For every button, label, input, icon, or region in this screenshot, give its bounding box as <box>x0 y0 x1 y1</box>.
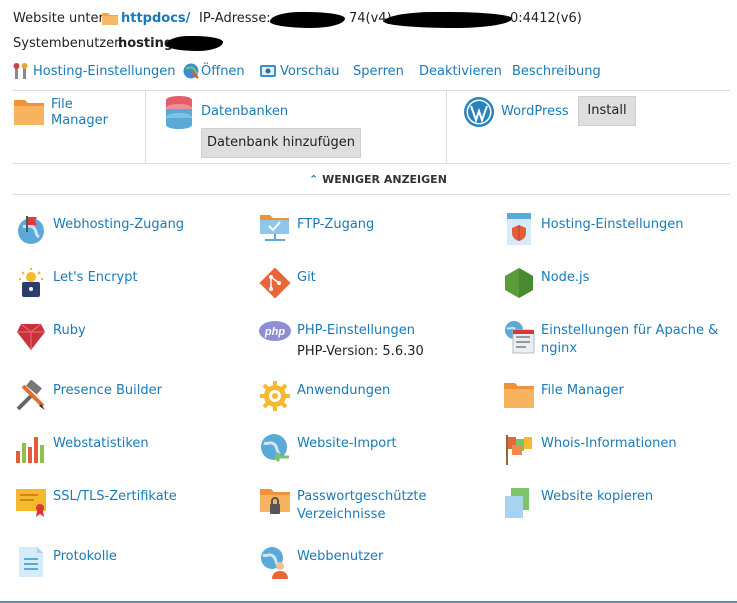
php-version: PHP-Version: 5.6.30 <box>297 344 424 359</box>
ip-label: IP-Adresse: <box>199 11 271 26</box>
feature-git[interactable]: Git <box>297 269 316 287</box>
ruby-icon <box>15 320 47 352</box>
toolbar-description[interactable]: Beschreibung <box>512 64 601 79</box>
presence-builder-icon <box>15 379 47 412</box>
feature-web-statistics[interactable]: Webstatistiken <box>53 435 149 453</box>
whois-icon <box>503 433 535 465</box>
toolbar-deactivate[interactable]: Deaktivieren <box>419 64 502 79</box>
quick-databases[interactable]: Datenbanken <box>201 104 288 119</box>
apache-nginx-settings-icon <box>503 320 535 354</box>
httpdocs-link[interactable]: httpdocs/ <box>121 11 190 26</box>
php-icon-text: php <box>264 326 285 338</box>
divider <box>446 91 447 163</box>
feature-copy-website[interactable]: Website kopieren <box>541 488 653 506</box>
feature-applications[interactable]: Anwendungen <box>297 382 390 400</box>
wordpress-icon <box>463 96 495 128</box>
feature-presence-builder[interactable]: Presence Builder <box>53 382 162 400</box>
feature-website-import[interactable]: Website-Import <box>297 435 397 453</box>
applications-icon <box>259 380 291 412</box>
website-import-icon <box>259 433 291 465</box>
hosting-settings-icon <box>503 212 535 245</box>
preview-icon <box>259 63 277 83</box>
feature-ruby[interactable]: Ruby <box>53 322 86 340</box>
divider <box>13 163 730 164</box>
web-users-icon <box>259 546 291 579</box>
php-icon: php <box>259 320 291 352</box>
divider <box>13 194 730 195</box>
ssl-certificate-icon <box>15 486 47 518</box>
git-icon <box>259 267 291 299</box>
feature-password-protected-dirs[interactable]: Passwortgeschützte Verzeichnisse <box>297 488 426 524</box>
toolbar-lock[interactable]: Sperren <box>353 64 404 79</box>
feature-nodejs[interactable]: Node.js <box>541 269 589 287</box>
feature-lets-encrypt[interactable]: Let's Encrypt <box>53 269 138 287</box>
file-manager-folder-icon <box>503 380 535 412</box>
feature-logs[interactable]: Protokolle <box>53 548 117 566</box>
copy-website-icon <box>503 486 535 518</box>
wrench-icon <box>12 62 30 84</box>
quick-file-manager[interactable]: File Manager <box>51 97 108 129</box>
quick-wordpress[interactable]: WordPress <box>501 104 569 119</box>
web-statistics-icon <box>15 433 47 465</box>
sysuser-value: hosting <box>118 36 174 51</box>
divider <box>145 91 146 163</box>
lets-encrypt-icon <box>15 267 47 299</box>
password-protected-dirs-icon <box>259 486 291 518</box>
toolbar-open[interactable]: Öffnen <box>201 64 245 79</box>
globe-open-icon <box>182 62 200 84</box>
feature-whois[interactable]: Whois-Informationen <box>541 435 677 453</box>
add-database-button[interactable]: Datenbank hinzufügen <box>201 128 361 158</box>
sysuser-redaction <box>166 36 223 51</box>
database-icon <box>164 95 196 129</box>
feature-web-users[interactable]: Webbenutzer <box>297 548 383 566</box>
sysuser-label: Systembenutzer: <box>13 36 124 51</box>
webhosting-access-icon <box>15 214 47 246</box>
ftp-access-icon <box>259 212 291 244</box>
toolbar-hosting-settings[interactable]: Hosting-Einstellungen <box>33 64 176 79</box>
show-less-toggle[interactable]: ⌃ WENIGER ANZEIGEN <box>309 173 447 186</box>
toolbar-preview[interactable]: Vorschau <box>280 64 340 79</box>
install-button[interactable]: Install <box>578 96 636 126</box>
website-label: Website unter <box>13 11 104 26</box>
file-manager-icon <box>13 97 45 129</box>
folder-icon <box>101 10 119 30</box>
nodejs-icon <box>503 267 535 299</box>
feature-ftp-access[interactable]: FTP-Zugang <box>297 216 374 234</box>
feature-file-manager[interactable]: File Manager <box>541 382 624 400</box>
divider <box>13 90 730 91</box>
feature-hosting-settings[interactable]: Hosting-Einstellungen <box>541 216 684 234</box>
logs-icon <box>15 546 47 578</box>
feature-apache-nginx-settings[interactable]: Einstellungen für Apache & nginx <box>541 322 718 358</box>
feature-webhosting-access[interactable]: Webhosting-Zugang <box>53 216 184 234</box>
feature-ssl-certificates[interactable]: SSL/TLS-Zertifikate <box>53 488 177 506</box>
chevron-up-icon: ⌃ <box>309 173 319 186</box>
feature-php-settings[interactable]: PHP-Einstellungen <box>297 322 415 340</box>
